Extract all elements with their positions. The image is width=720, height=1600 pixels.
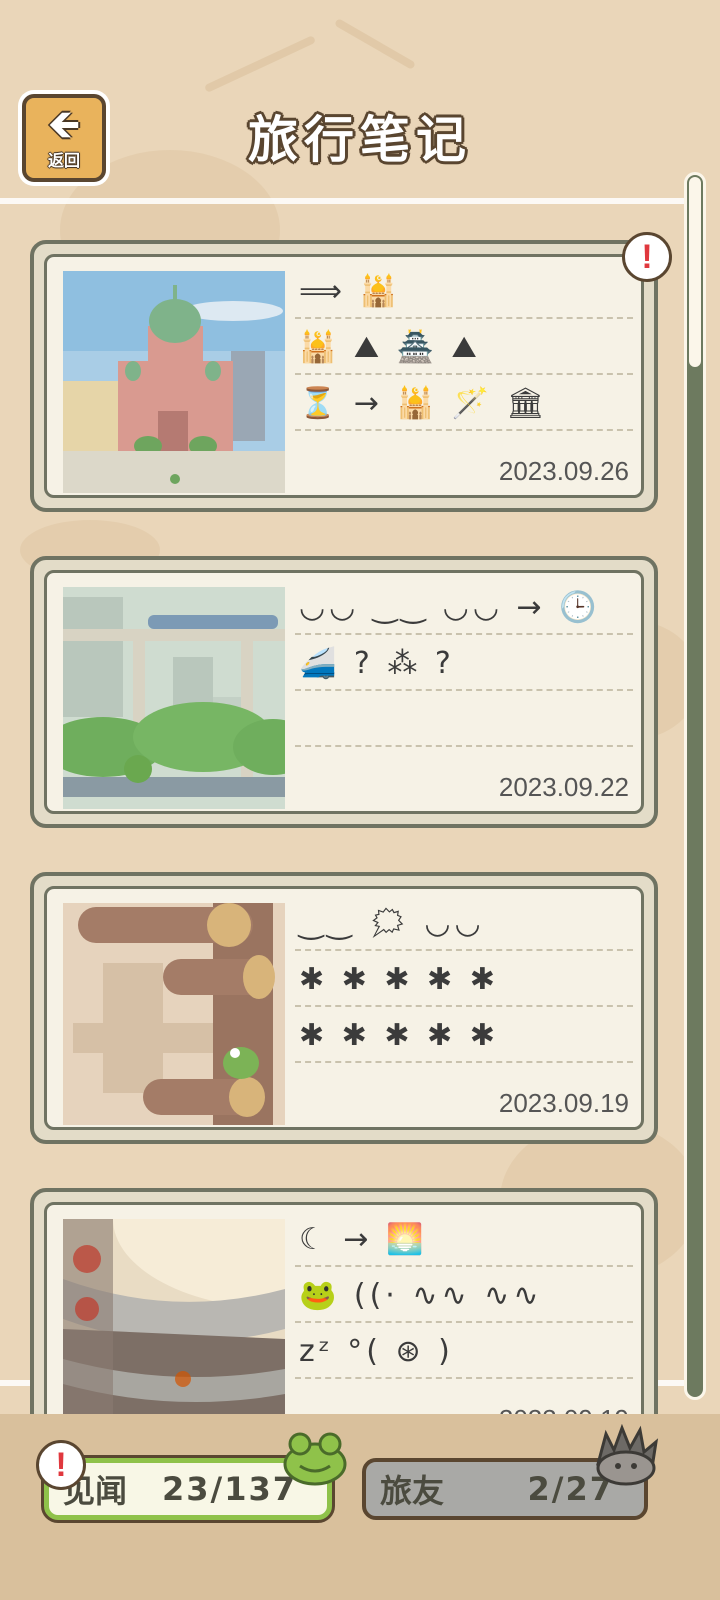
entry-photo-wooden-pole[interactable] bbox=[63, 903, 285, 1125]
note-line: zᶻ °( ⊛ ) bbox=[295, 1323, 633, 1379]
journal-entry-page: ☾ → 🌅 🐸 ((· ∿∿ ∿∿ zᶻ °( ⊛ ) 2023.09.19 bbox=[44, 1202, 644, 1446]
seen-alert-icon: ! bbox=[36, 1440, 86, 1490]
entry-photo-roundhouse[interactable] bbox=[63, 1219, 285, 1441]
note-line: ☾ → 🌅 bbox=[295, 1211, 633, 1267]
background-doodle bbox=[203, 35, 317, 93]
wooden-pole-illustration bbox=[63, 903, 285, 1125]
note-glyphs: ✱ ✱ ✱ ✱ ✱ bbox=[299, 962, 499, 997]
hedgehog-icon bbox=[596, 1424, 659, 1486]
entry-alert-icon: ! bbox=[622, 232, 672, 282]
entry-notes: ☾ → 🌅 🐸 ((· ∿∿ ∿∿ zᶻ °( ⊛ ) 2023.09.19 bbox=[295, 1211, 633, 1435]
note-line: 🐸 ((· ∿∿ ∿∿ bbox=[295, 1267, 633, 1323]
entry-date: 2023.09.22 bbox=[498, 772, 629, 802]
entry-date: 2023.09.26 bbox=[498, 456, 629, 486]
cathedral-illustration bbox=[63, 271, 285, 493]
note-glyphs: 🕌 ⛰ 🏯 ⛰ bbox=[299, 330, 481, 365]
seen-count: 23/137 bbox=[161, 1470, 297, 1508]
frog-icon bbox=[283, 1432, 347, 1486]
note-line: ‿‿ 🗯 ◡◡ bbox=[295, 895, 633, 951]
note-line: 🕌 ⛰ 🏯 ⛰ bbox=[295, 319, 633, 375]
journal-entry-page: ⟹ 🕌 🕌 ⛰ 🏯 ⛰ ⏳ → 🕌 🪄 🏛 2023.09.26 bbox=[44, 254, 644, 498]
note-glyphs: ◡◡ ‿‿ ◡◡ → 🕒 bbox=[299, 590, 601, 625]
journal-entry[interactable]: ⟹ 🕌 🕌 ⛰ 🏯 ⛰ ⏳ → 🕌 🪄 🏛 2023.09.26 ! bbox=[30, 232, 672, 512]
roundhouse-illustration bbox=[63, 1219, 285, 1441]
background-doodle bbox=[334, 18, 416, 70]
note-glyphs: ⏳ → 🕌 🪄 🏛 bbox=[299, 386, 549, 421]
note-glyphs: 🚄 ? ⁂ ? bbox=[299, 646, 455, 681]
journal-entry-page: ◡◡ ‿‿ ◡◡ → 🕒 🚄 ? ⁂ ? 2023.09.22 bbox=[44, 570, 644, 814]
note-glyphs: zᶻ °( ⊛ ) bbox=[299, 1334, 454, 1369]
header-divider bbox=[0, 198, 690, 204]
entry-notes: ‿‿ 🗯 ◡◡ ✱ ✱ ✱ ✱ ✱ ✱ ✱ ✱ ✱ ✱ 2023.09.19 bbox=[295, 895, 633, 1119]
note-line: ✱ ✱ ✱ ✱ ✱ bbox=[295, 1007, 633, 1063]
note-line bbox=[295, 691, 633, 747]
journal-entry[interactable]: ◡◡ ‿‿ ◡◡ → 🕒 🚄 ? ⁂ ? 2023.09.22 bbox=[30, 556, 658, 828]
note-glyphs: ‿‿ 🗯 ◡◡ bbox=[299, 906, 485, 941]
note-glyphs: ☾ → 🌅 bbox=[299, 1222, 428, 1257]
entry-date: 2023.09.19 bbox=[498, 1088, 629, 1118]
page-title: 旅行笔记 bbox=[248, 111, 472, 169]
note-glyphs: ✱ ✱ ✱ ✱ ✱ bbox=[299, 1018, 499, 1053]
note-line: ⏳ → 🕌 🪄 🏛 bbox=[295, 375, 633, 431]
scrollbar[interactable] bbox=[684, 172, 706, 1400]
journal-entry[interactable]: ‿‿ 🗯 ◡◡ ✱ ✱ ✱ ✱ ✱ ✱ ✱ ✱ ✱ ✱ 2023.09.19 bbox=[30, 872, 658, 1144]
note-line: ✱ ✱ ✱ ✱ ✱ bbox=[295, 951, 633, 1007]
note-glyphs: 🐸 ((· ∿∿ ∿∿ bbox=[299, 1278, 543, 1313]
note-line: 🚄 ? ⁂ ? bbox=[295, 635, 633, 691]
monorail-illustration bbox=[63, 587, 285, 809]
scrollbar-thumb[interactable] bbox=[689, 177, 701, 367]
entry-photo-cathedral[interactable] bbox=[63, 271, 285, 493]
friends-label: 旅友 bbox=[380, 1472, 445, 1510]
note-line: ◡◡ ‿‿ ◡◡ → 🕒 bbox=[295, 579, 633, 635]
entry-photo-monorail[interactable] bbox=[63, 587, 285, 809]
entry-notes: ⟹ 🕌 🕌 ⛰ 🏯 ⛰ ⏳ → 🕌 🪄 🏛 2023.09.26 bbox=[295, 263, 633, 487]
note-line: ⟹ 🕌 bbox=[295, 263, 633, 319]
note-glyphs: ⟹ 🕌 bbox=[299, 274, 401, 309]
journal-entry-page: ‿‿ 🗯 ◡◡ ✱ ✱ ✱ ✱ ✱ ✱ ✱ ✱ ✱ ✱ 2023.09.19 bbox=[44, 886, 644, 1130]
entry-notes: ◡◡ ‿‿ ◡◡ → 🕒 🚄 ? ⁂ ? 2023.09.22 bbox=[295, 579, 633, 803]
